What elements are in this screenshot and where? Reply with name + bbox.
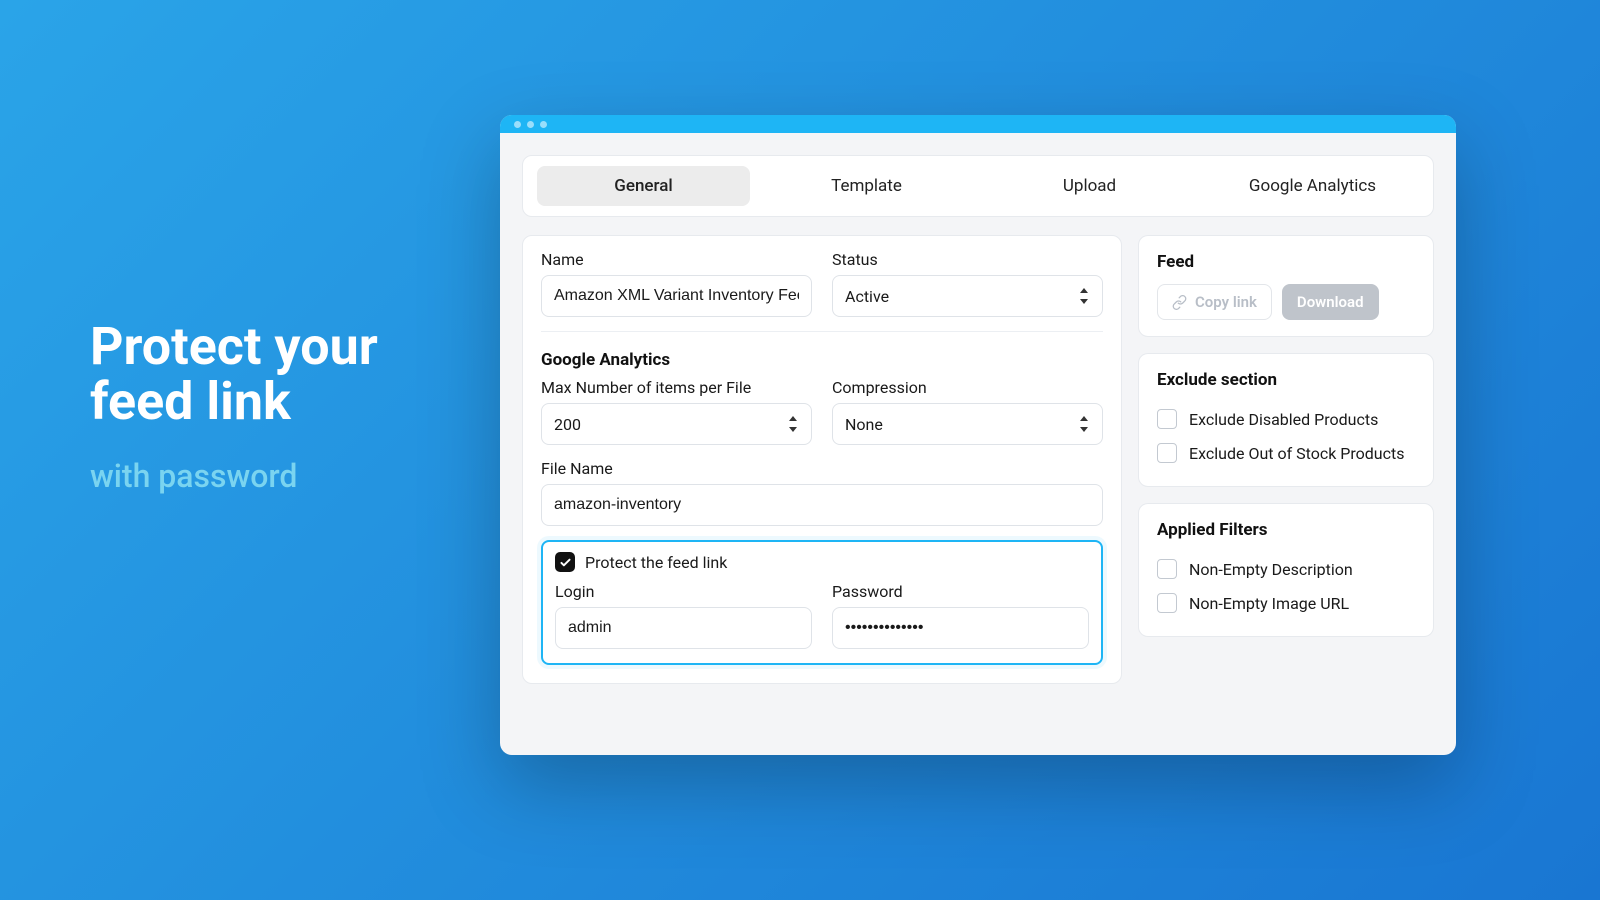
exclude-oos-checkbox[interactable] (1157, 443, 1177, 463)
protect-link-panel: Protect the feed link Login Password (541, 540, 1103, 665)
chevron-updown-icon (787, 416, 799, 432)
compression-label: Compression (832, 378, 1103, 397)
filters-card: Applied Filters Non-Empty Description No… (1138, 503, 1434, 637)
filter-description-checkbox[interactable] (1157, 559, 1177, 579)
tab-template[interactable]: Template (760, 166, 973, 206)
promo-title: Protect your feed link (90, 320, 378, 429)
exclude-card-title: Exclude section (1157, 370, 1415, 390)
filename-label: File Name (541, 459, 1103, 478)
exclude-card: Exclude section Exclude Disabled Product… (1138, 353, 1434, 487)
tab-upload[interactable]: Upload (983, 166, 1196, 206)
copy-link-button[interactable]: Copy link (1157, 284, 1272, 320)
compression-select[interactable]: None (832, 403, 1103, 445)
max-items-label: Max Number of items per File (541, 378, 812, 397)
status-select[interactable]: Active (832, 275, 1103, 317)
check-icon (559, 556, 572, 569)
copy-link-label: Copy link (1195, 293, 1257, 311)
filter-image-checkbox[interactable] (1157, 593, 1177, 613)
exclude-disabled-label: Exclude Disabled Products (1189, 410, 1378, 429)
max-items-value: 200 (554, 415, 581, 434)
filter-description-label: Non-Empty Description (1189, 560, 1353, 579)
filename-input[interactable] (541, 484, 1103, 526)
login-label: Login (555, 582, 812, 601)
link-icon (1172, 295, 1187, 310)
max-items-select[interactable]: 200 (541, 403, 812, 445)
filter-image-label: Non-Empty Image URL (1189, 594, 1349, 613)
name-label: Name (541, 250, 812, 269)
promo-text: Protect your feed link with password (90, 320, 378, 495)
login-input[interactable] (555, 607, 812, 649)
compression-value: None (845, 415, 883, 434)
tab-bar: General Template Upload Google Analytics (522, 155, 1434, 217)
feed-card-title: Feed (1157, 252, 1415, 272)
exclude-oos-label: Exclude Out of Stock Products (1189, 444, 1404, 463)
protect-checkbox[interactable] (555, 552, 575, 572)
exclude-disabled-checkbox[interactable] (1157, 409, 1177, 429)
status-label: Status (832, 250, 1103, 269)
download-button[interactable]: Download (1282, 284, 1379, 320)
ga-section-title: Google Analytics (541, 350, 1103, 370)
status-value: Active (845, 287, 889, 306)
window-dot-icon (540, 121, 547, 128)
app-window: General Template Upload Google Analytics… (500, 115, 1456, 755)
protect-label: Protect the feed link (585, 553, 727, 572)
feed-card: Feed Copy link Download (1138, 235, 1434, 337)
window-dot-icon (514, 121, 521, 128)
tab-general[interactable]: General (537, 166, 750, 206)
name-input[interactable] (541, 275, 812, 317)
chevron-updown-icon (1078, 416, 1090, 432)
window-dot-icon (527, 121, 534, 128)
tab-google-analytics[interactable]: Google Analytics (1206, 166, 1419, 206)
chevron-updown-icon (1078, 288, 1090, 304)
promo-subtitle: with password (90, 457, 378, 495)
divider (541, 331, 1103, 332)
password-label: Password (832, 582, 1089, 601)
filters-card-title: Applied Filters (1157, 520, 1415, 540)
download-label: Download (1297, 293, 1364, 311)
window-titlebar (500, 115, 1456, 133)
main-form: Name Status Active Google Analytics (522, 235, 1122, 684)
password-input[interactable] (832, 607, 1089, 649)
